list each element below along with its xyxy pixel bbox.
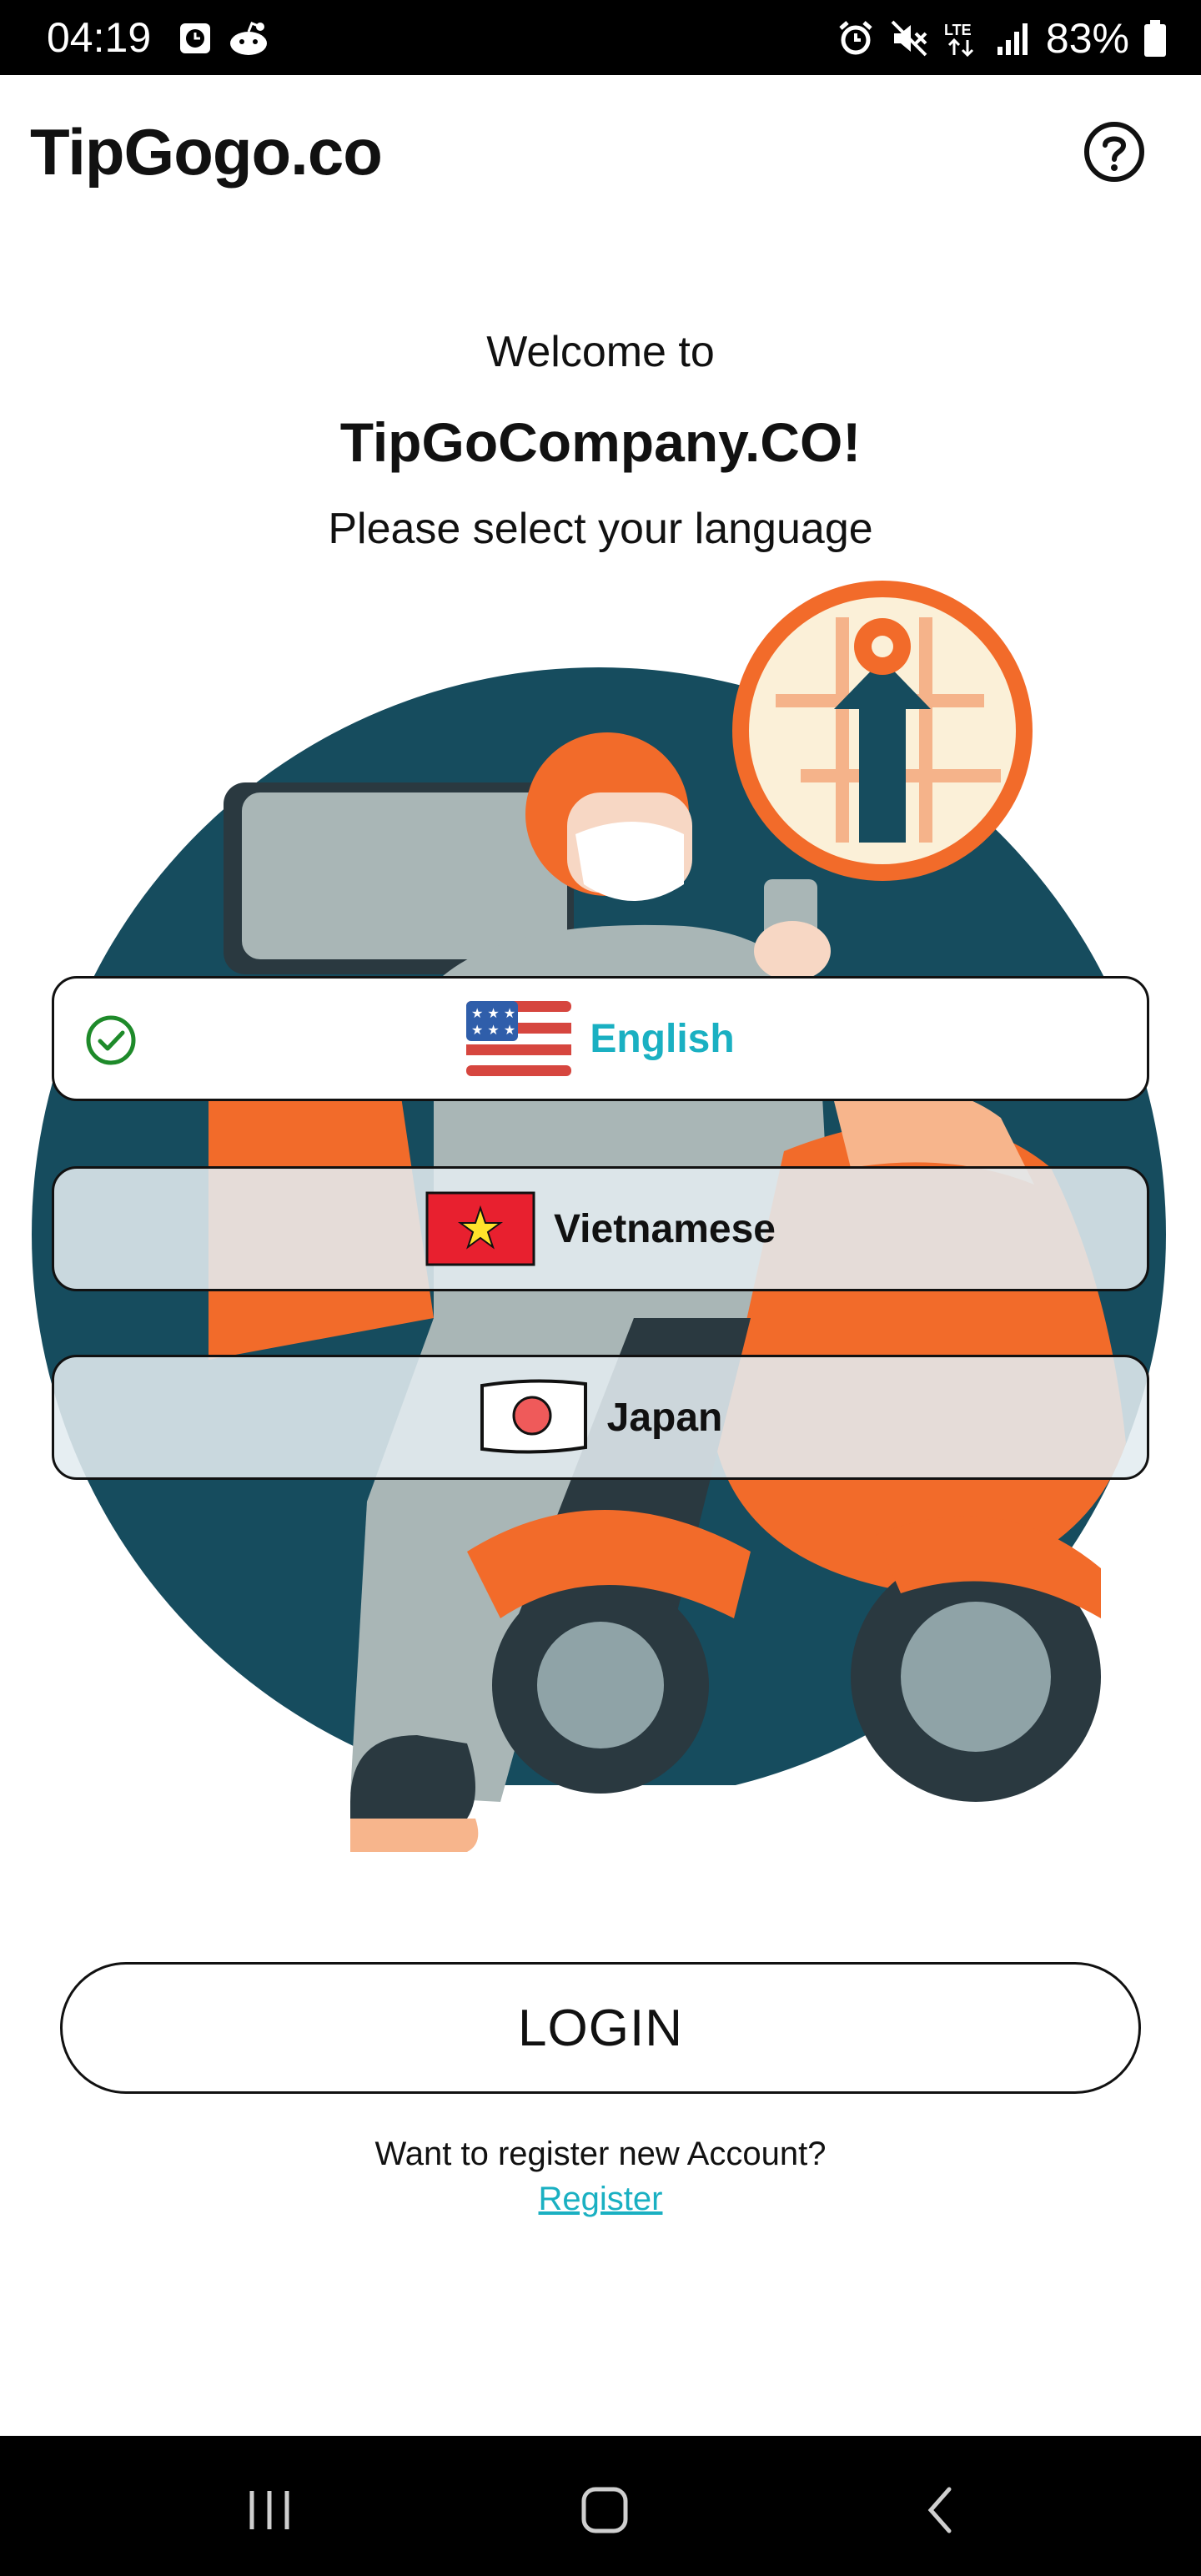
japan-flag-icon (480, 1379, 587, 1454)
language-prompt: Please select your language (328, 505, 873, 553)
reddit-icon (230, 22, 267, 55)
register-link-row: Register (0, 2179, 1201, 2219)
us-flag-icon: ★ ★ ★ ★ ★ ★ (466, 1001, 572, 1076)
status-time: 04:19 (47, 14, 152, 61)
language-label-vietnamese: Vietnamese (554, 1206, 776, 1251)
language-option-english[interactable]: ★ ★ ★ ★ ★ ★ English (52, 976, 1149, 1101)
back-icon[interactable] (912, 2481, 971, 2539)
language-option-vietnamese[interactable]: Vietnamese (52, 1166, 1149, 1291)
svg-text:LTE: LTE (944, 22, 972, 38)
home-icon[interactable] (575, 2481, 634, 2539)
clock-app-icon (180, 23, 210, 53)
svg-text:★ ★ ★: ★ ★ ★ (471, 1022, 515, 1038)
app-title: TipGogo.co (30, 115, 383, 189)
system-nav-bar (0, 2436, 1201, 2576)
register-prompt: Want to register new Account? (374, 2136, 827, 2172)
lte-icon: LTE (944, 22, 973, 58)
recent-apps-icon[interactable] (240, 2481, 299, 2539)
mute-icon (891, 20, 927, 57)
battery-icon (1144, 20, 1166, 57)
register-link[interactable]: Register (539, 2181, 663, 2217)
signal-icon (997, 23, 1028, 55)
status-left-icons (178, 20, 270, 62)
alarm-icon (839, 21, 872, 55)
language-label-english: English (590, 1016, 735, 1061)
app-bar: TipGogo.co (0, 75, 1201, 227)
welcome-line: Welcome to (486, 328, 715, 376)
language-option-japan[interactable]: Japan (52, 1355, 1149, 1480)
status-bar: 04:19 LTE 83% (0, 0, 1201, 75)
login-button[interactable]: LOGIN (60, 1962, 1141, 2094)
language-label-japan: Japan (606, 1395, 723, 1440)
status-right-icons: LTE 83% (836, 15, 1168, 62)
svg-text:★ ★ ★: ★ ★ ★ (471, 1005, 515, 1021)
company-name: TipGoCompany.CO! (339, 411, 862, 473)
battery-percent: 83% (1045, 15, 1129, 62)
vietnam-flag-icon (425, 1191, 535, 1266)
help-circle-icon[interactable] (1081, 118, 1148, 185)
